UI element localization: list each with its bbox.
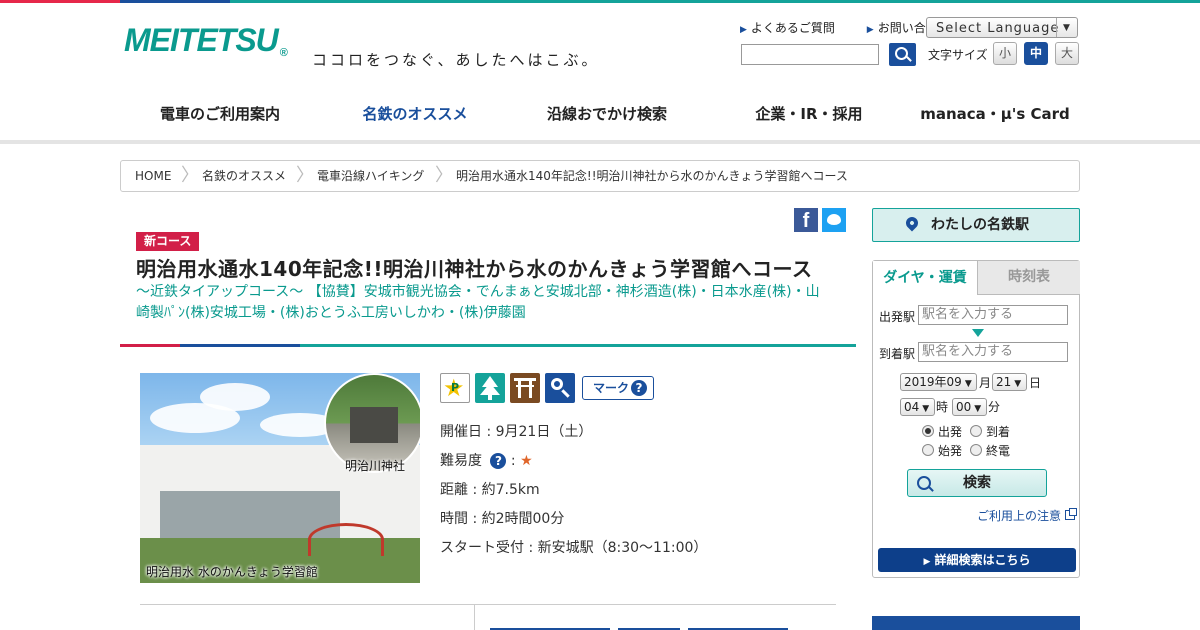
nature-icon[interactable] [475,373,505,403]
radio-last-train[interactable]: 終電 [970,442,1010,459]
new-course-badge: 新コース [136,232,200,251]
search-icon[interactable] [545,373,575,403]
font-size-medium-button[interactable]: 中 [1024,42,1048,65]
breadcrumb-separator-icon: 〉 [296,165,314,186]
route-search-panel: ダイヤ・運賃 時刻表 出発駅 駅名を入力する 到着駅 駅名を入力する 2019年… [872,260,1080,578]
course-subtitle: ～近鉄タイアップコース～ 【協賛】安城市観光協会・でんまぁと安城北部・神杉酒造(… [136,284,820,321]
course-start: スタート受付 : 新安城駅（8:30～11:00） [440,540,708,556]
photo-label: 明治用水 水のかんきょう学習館 [146,565,318,579]
tagline: ココロをつなぐ、あしたへはこぶ。 [312,51,600,69]
arrow-down-icon [972,329,984,337]
minute-unit: 分 [988,400,1001,414]
breadcrumb-recommend[interactable]: 名鉄のオススメ [202,161,286,191]
my-station-label: わたしの名鉄駅 [931,217,1029,233]
language-select[interactable]: Select Language ▼ [926,17,1078,38]
route-search-label: 検索 [963,475,991,491]
course-distance: 距離 : 約7.5km [440,482,540,498]
parking-icon[interactable]: ★ P [440,373,470,403]
facebook-share-icon[interactable]: f [794,208,818,232]
my-station-button[interactable]: わたしの名鉄駅 [872,208,1080,242]
arrow-right-icon: ▶ [866,25,874,35]
hour-select[interactable]: 04 ▼ [900,398,935,416]
global-nav: 電車のご利用案内 名鉄のオススメ 沿線おでかけ検索 企業・IR・採用 manac… [120,92,1080,144]
course-photo: 明治川神社 明治用水 水のかんきょう学習館 [140,373,420,583]
arrow-right-icon: ▶ [740,25,747,35]
radio-depart[interactable]: 出発 [922,423,962,440]
site-search-button[interactable] [889,43,916,66]
nav-item-outing-search[interactable]: 沿線おでかけ検索 [510,92,704,144]
content-divider [140,604,836,605]
course-duration: 時間 : 約2時間00分 [440,511,565,527]
nav-item-corporate[interactable]: 企業・IR・採用 [714,92,904,144]
radio-first-train[interactable]: 始発 [922,442,962,459]
hour-unit: 時 [936,400,949,414]
breadcrumb: HOME 〉 名鉄のオススメ 〉 電車沿線ハイキング 〉 明治用水通水140年記… [120,160,1080,192]
breadcrumb-separator-icon: 〉 [435,165,453,186]
nav-divider [0,140,1200,144]
difficulty-label: 難易度 [440,453,482,469]
nav-item-train-guide[interactable]: 電車のご利用案内 [120,92,320,144]
breadcrumb-separator-icon: 〉 [181,165,199,186]
chevron-down-icon: ▼ [1056,18,1077,37]
language-select-label: Select Language [936,21,1060,36]
tab-fare[interactable]: ダイヤ・運賃 [873,261,977,295]
event-date: 開催日 : 9月21日（土） [440,424,593,440]
year-month-select[interactable]: 2019年09 ▼ [900,373,977,391]
font-size-small-button[interactable]: 小 [993,42,1017,65]
inset-photo-label: 明治川神社 [345,459,406,473]
route-search-button[interactable]: 検索 [907,469,1047,497]
detail-search-button[interactable]: ▶ 詳細検索はこちら [878,548,1076,572]
nav-item-recommend[interactable]: 名鉄のオススメ [322,92,508,144]
mark-button-label: マーク [593,381,630,395]
question-icon[interactable]: ? [490,453,507,469]
twitter-share-icon[interactable] [822,208,846,232]
arrive-station-input[interactable]: 駅名を入力する [918,342,1068,362]
location-pin-icon [903,214,921,232]
page-title: 明治用水通水140年記念!!明治川神社から水のかんきょう学習館へコース [136,257,813,281]
site-search-input[interactable] [741,44,879,65]
radio-arrive[interactable]: 到着 [970,423,1010,440]
title-divider [120,344,856,347]
difficulty-row: 難易度 ? : ★ [440,453,533,469]
difficulty-stars: ★ [520,453,533,469]
depart-station-label: 出発駅 [879,310,916,324]
sidebar-next-section [872,616,1080,630]
faq-link[interactable]: ▶ よくあるご質問 [740,21,849,35]
font-size-large-button[interactable]: 大 [1055,42,1079,65]
breadcrumb-home[interactable]: HOME [135,161,171,191]
month-unit: 月 [979,376,992,390]
breadcrumb-hiking[interactable]: 電車沿線ハイキング [317,161,424,191]
question-icon: ? [631,380,647,396]
usage-notice-link[interactable]: ご利用上の注意 [977,507,1078,524]
arrow-right-icon: ▶ [923,557,931,567]
font-size-label: 文字サイズ [928,48,988,62]
day-select[interactable]: 21 ▼ [992,373,1027,391]
arrive-station-label: 到着駅 [879,347,916,361]
shrine-icon[interactable] [510,373,540,403]
meitetsu-logo[interactable]: MEITETSU ® [124,22,288,59]
minute-select[interactable]: 00 ▼ [952,398,987,416]
registered-mark: ® [279,47,288,59]
logo-text: MEITETSU [124,22,279,58]
nav-item-manaca[interactable]: manaca・μ's Card [910,92,1080,144]
mark-help-button[interactable]: マーク ? [582,376,654,400]
tab-timetable[interactable]: 時刻表 [977,261,1080,295]
depart-station-input[interactable]: 駅名を入力する [918,305,1068,325]
top-accent-bar [0,0,1200,3]
breadcrumb-current: 明治用水通水140年記念!!明治川神社から水のかんきょう学習館へコース [456,169,848,183]
external-link-icon [1065,508,1078,520]
content-divider-vertical [474,604,475,630]
day-unit: 日 [1029,376,1042,390]
